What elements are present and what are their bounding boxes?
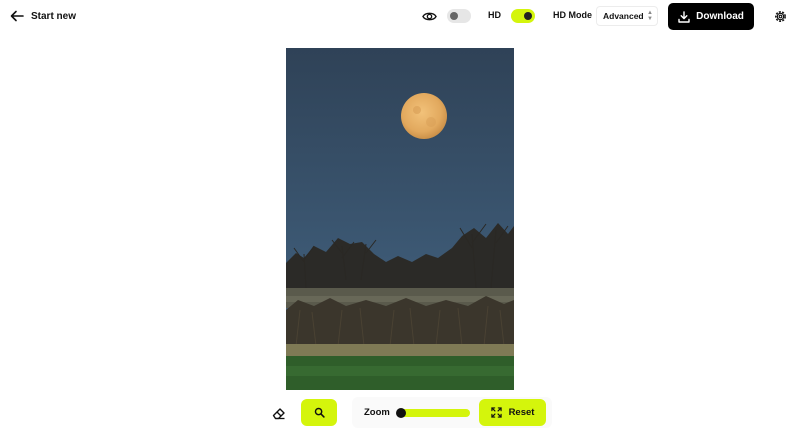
hd-toggle-knob [524,12,532,20]
download-label: Download [696,11,744,22]
zoom-label: Zoom [364,407,390,418]
reset-label: Reset [508,407,535,418]
zoom-slider-handle[interactable] [396,408,406,418]
preview-toggle-knob [450,12,458,20]
download-icon [678,10,690,23]
preview-toggle[interactable] [447,9,471,23]
hd-mode-label: HD Mode [553,10,592,20]
moon-landscape-photo [286,48,514,390]
start-new-label: Start new [31,10,77,22]
reset-button[interactable]: Reset [479,399,546,426]
top-bar: Start new HD HD Mode Advanced ▲ ▼ Downloa… [0,0,800,34]
gear-icon[interactable] [773,9,788,24]
select-chevron-icon: ▲ ▼ [647,10,653,22]
start-new-button[interactable]: Start new [10,6,76,26]
search-button[interactable] [301,399,337,426]
arrow-left-icon [10,10,24,22]
hd-toggle[interactable] [511,9,535,23]
bottom-toolbar: Zoom Reset [0,396,800,430]
hd-mode-value: Advanced [603,11,644,21]
expand-icon [490,407,502,418]
eraser-icon[interactable] [271,405,287,421]
zoom-panel: Zoom Reset [352,397,552,428]
eye-icon[interactable] [422,9,437,24]
hd-label: HD [488,10,501,20]
hd-mode-select[interactable]: Advanced ▲ ▼ [596,6,658,26]
download-button[interactable]: Download [668,3,754,30]
zoom-slider[interactable] [396,408,470,418]
image-canvas[interactable] [286,48,514,390]
search-icon [314,407,325,418]
